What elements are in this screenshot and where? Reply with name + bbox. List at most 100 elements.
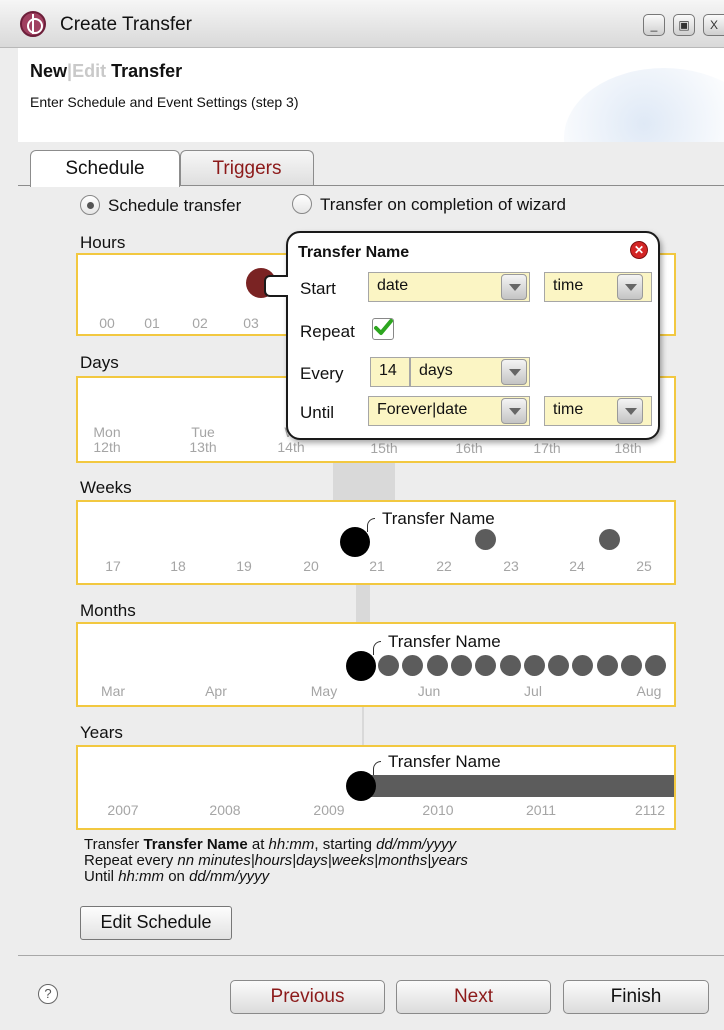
monthly-occurrence-dot[interactable] xyxy=(450,655,472,676)
checkmark-icon xyxy=(374,319,393,335)
days-tick: Tue 13th xyxy=(189,424,217,455)
summary-time: hh:mm xyxy=(268,836,315,853)
maximize-button[interactable]: ▣ xyxy=(673,14,695,36)
edit-schedule-button[interactable]: Edit Schedule xyxy=(80,906,232,940)
monthly-occurrence-dot[interactable] xyxy=(499,655,521,676)
months-tick: Aug xyxy=(636,683,662,699)
years-tick: 2008 xyxy=(209,802,241,818)
callout-line xyxy=(367,518,375,532)
transfer-start-marker[interactable] xyxy=(346,651,376,681)
weeks-tick: 22 xyxy=(436,558,452,574)
repeat-checkbox[interactable] xyxy=(372,318,394,340)
years-tick: 2011 xyxy=(525,802,557,818)
until-time-dropdown-icon[interactable] xyxy=(617,398,643,424)
page-subtitle: Enter Schedule and Event Settings (step … xyxy=(30,94,299,110)
popup-title: Transfer Name xyxy=(298,244,410,261)
transfer-start-marker[interactable] xyxy=(346,771,376,801)
previous-button[interactable]: Previous xyxy=(230,980,385,1014)
hours-tick: 01 xyxy=(144,315,160,331)
days-tick: Mon 12th xyxy=(93,424,121,455)
monthly-occurrence-dot[interactable] xyxy=(378,655,399,676)
next-button[interactable]: Next xyxy=(396,980,551,1014)
hours-tick: 03 xyxy=(243,315,259,331)
monthly-occurrence-dot[interactable] xyxy=(523,655,545,676)
tab-schedule[interactable]: Schedule xyxy=(30,150,180,187)
start-time-dropdown-icon[interactable] xyxy=(617,274,643,300)
summary-line-3: Until hh:mm on dd/mm/yyyy xyxy=(84,869,468,885)
weeks-tick: 24 xyxy=(569,558,585,574)
months-tick: Jul xyxy=(524,683,542,699)
transfer-occurrence-dot[interactable] xyxy=(475,529,496,550)
minimize-button[interactable]: _ xyxy=(643,14,665,36)
transfer-name-callout: Transfer Name xyxy=(388,632,501,651)
years-label: Years xyxy=(80,723,123,742)
days-label: Days xyxy=(80,353,119,372)
popup-pointer xyxy=(264,275,288,297)
callout-line xyxy=(373,641,381,655)
months-tick: Jun xyxy=(417,683,441,699)
summary-until-date: dd/mm/yyyy xyxy=(189,868,270,885)
close-icon[interactable]: ✕ xyxy=(630,241,648,259)
transfer-on-completion-label[interactable]: Transfer on completion of wizard xyxy=(320,195,566,215)
summary-text: Until xyxy=(84,868,119,885)
every-label: Every xyxy=(300,364,344,383)
header-decoration xyxy=(564,68,724,142)
schedule-transfer-radio[interactable] xyxy=(80,195,100,215)
summary-until-time: hh:mm xyxy=(118,868,165,885)
tab-triggers[interactable]: Triggers xyxy=(180,150,314,186)
transfer-name-callout: Transfer Name xyxy=(388,752,501,771)
summary-text: Repeat every xyxy=(84,852,178,869)
monthly-occurrence-dot[interactable] xyxy=(548,655,570,676)
days-tick: 16th xyxy=(455,440,483,456)
footer-divider xyxy=(18,955,724,956)
days-tick: 18th xyxy=(614,440,642,456)
weeks-tick: 19 xyxy=(236,558,252,574)
summary-text: on xyxy=(164,868,190,885)
weeks-label: Weeks xyxy=(80,478,132,497)
title-new: New xyxy=(30,61,68,81)
weeks-tick: 21 xyxy=(369,558,385,574)
window-title: Create Transfer xyxy=(60,14,192,35)
days-tick: 15th xyxy=(370,440,398,456)
weeks-tick: 18 xyxy=(170,558,186,574)
title-edit: Edit xyxy=(72,61,107,81)
callout-line xyxy=(373,761,381,775)
monthly-occurrence-dot[interactable] xyxy=(426,655,448,676)
wizard-header: New|Edit Transfer Enter Schedule and Eve… xyxy=(18,48,724,142)
summary-date: dd/mm/yyyy xyxy=(376,836,457,853)
hours-tick: 02 xyxy=(192,315,208,331)
transfer-repeat-bar[interactable] xyxy=(364,775,674,797)
transfer-name-callout: Transfer Name xyxy=(382,509,495,528)
close-window-button[interactable]: X xyxy=(703,14,724,36)
transfer-start-marker[interactable] xyxy=(340,527,370,557)
years-tick: 2010 xyxy=(422,802,454,818)
monthly-occurrence-dot[interactable] xyxy=(596,655,618,676)
page-title: New|Edit Transfer xyxy=(30,61,182,82)
every-unit-dropdown-icon[interactable] xyxy=(501,359,527,385)
years-tick: 2112 xyxy=(634,802,666,818)
years-tick: 2009 xyxy=(313,802,345,818)
summary-text: at xyxy=(247,836,269,853)
until-dropdown-icon[interactable] xyxy=(501,398,527,424)
weeks-tick: 25 xyxy=(636,558,652,574)
help-icon[interactable]: ? xyxy=(38,984,58,1004)
summary-line-1: Transfer Transfer Name at hh:mm, startin… xyxy=(84,837,468,853)
summary-transfer-name: Transfer Name xyxy=(143,836,248,853)
months-tick: May xyxy=(310,683,338,699)
days-tick: 17th xyxy=(533,440,561,456)
weeks-tick: 20 xyxy=(303,558,319,574)
summary-text: , starting xyxy=(314,836,377,853)
start-date-dropdown-icon[interactable] xyxy=(501,274,527,300)
hours-label: Hours xyxy=(80,233,126,252)
every-value-field[interactable]: 14 xyxy=(370,357,410,387)
monthly-occurrence-dot[interactable] xyxy=(621,655,642,676)
start-label: Start xyxy=(300,279,336,298)
hours-tick: 00 xyxy=(99,315,115,331)
transfer-occurrence-dot[interactable] xyxy=(599,529,620,550)
summary-text: Transfer xyxy=(84,836,144,853)
title-transfer: Transfer xyxy=(111,61,183,81)
transfer-on-completion-radio[interactable] xyxy=(292,194,312,214)
finish-button[interactable]: Finish xyxy=(563,980,709,1014)
app-logo-icon xyxy=(20,11,46,37)
schedule-transfer-label[interactable]: Schedule transfer xyxy=(108,196,241,216)
